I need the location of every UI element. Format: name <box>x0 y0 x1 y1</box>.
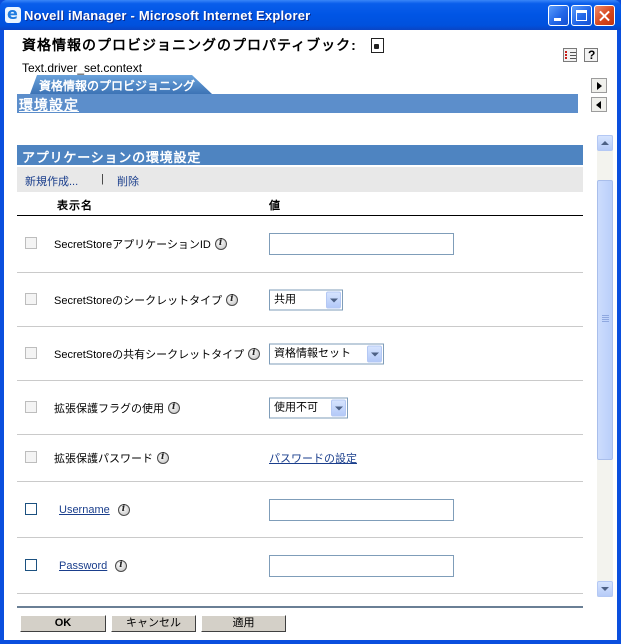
chevron-down-icon[interactable] <box>331 399 346 416</box>
apply-button[interactable]: 適用 <box>201 615 286 632</box>
secret-type-select[interactable]: 共用 <box>269 289 343 310</box>
grip-icon <box>602 315 609 322</box>
maximize-button[interactable] <box>571 5 592 26</box>
info-icon[interactable] <box>115 559 128 572</box>
vertical-scrollbar[interactable] <box>597 135 613 597</box>
scroll-thumb[interactable] <box>597 180 613 460</box>
cancel-button[interactable]: キャンセル <box>111 615 196 632</box>
shared-secret-type-select[interactable]: 資格情報セット <box>269 343 384 364</box>
info-icon[interactable] <box>226 293 239 306</box>
column-header-value: 値 <box>269 200 281 212</box>
scroll-up-icon <box>601 141 609 145</box>
chevron-down-icon[interactable] <box>367 345 382 362</box>
scroll-down-button[interactable] <box>597 581 613 597</box>
row-label: SecretStoreの共有シークレットタイプ <box>54 346 261 362</box>
select-value: 共用 <box>274 293 296 305</box>
password-label-link[interactable]: Password <box>59 560 107 572</box>
next-tab-button[interactable] <box>591 78 607 93</box>
maximize-icon <box>576 10 587 21</box>
row-checkbox <box>25 346 37 359</box>
list-toolbar: 新規作成... | 削除 <box>17 167 583 192</box>
close-icon <box>598 15 611 17</box>
info-icon[interactable] <box>214 238 227 250</box>
username-input[interactable] <box>269 498 454 521</box>
row-label-text: 拡張保護パスワード <box>54 453 153 465</box>
minimize-icon <box>554 18 561 21</box>
ok-button[interactable]: OK <box>20 615 106 632</box>
next-tab-icon <box>597 82 602 90</box>
row-label-text: 拡張保護フラグの使用 <box>54 402 164 415</box>
chevron-down-icon[interactable] <box>326 291 341 308</box>
window-title: Novell iManager - Microsoft Internet Exp… <box>24 8 311 23</box>
set-password-link[interactable]: パスワードの設定 <box>269 450 357 466</box>
password-input[interactable] <box>269 554 454 577</box>
row-label-text: SecretStoreのシークレットタイプ <box>54 294 223 307</box>
row-checkbox[interactable] <box>25 558 37 571</box>
page-title: 資格情報のプロビジョニングのプロパティブック: <box>22 37 357 53</box>
row-label-text: SecretStoreの共有シークレットタイプ <box>54 348 245 361</box>
close-button[interactable] <box>594 5 615 26</box>
row-label-text: SecretStoreアプリケーションID <box>54 239 211 251</box>
subpage-link-settings[interactable]: 環境設定 <box>19 95 79 115</box>
row-extended-protection-password: 拡張保護パスワード パスワードの設定 <box>17 435 583 482</box>
row-checkbox <box>25 292 37 305</box>
ie-icon <box>5 4 21 23</box>
username-label-link[interactable]: Username <box>59 504 110 516</box>
select-value: 使用不可 <box>274 401 318 413</box>
toolbar-separator: | <box>101 173 104 185</box>
row-checkbox <box>25 237 37 249</box>
prev-tab-button[interactable] <box>591 97 607 112</box>
row-password: Password <box>17 538 583 594</box>
scroll-up-button[interactable] <box>597 135 613 151</box>
info-icon[interactable] <box>117 503 130 516</box>
row-extended-protection-flag: 拡張保護フラグの使用 使用不可 <box>17 381 583 435</box>
info-icon[interactable] <box>157 452 169 464</box>
row-label: Password <box>59 559 128 572</box>
scroll-down-icon <box>601 587 609 591</box>
title-bar[interactable]: Novell iManager - Microsoft Internet Exp… <box>0 0 621 30</box>
minimize-button[interactable] <box>548 5 569 26</box>
section-header: アプリケーションの環境設定 <box>17 145 583 165</box>
task-list-icon[interactable] <box>563 48 577 62</box>
row-secretstore-secret-type: SecretStoreのシークレットタイプ 共用 <box>17 273 583 327</box>
row-label: 拡張保護フラグの使用 <box>54 400 180 416</box>
object-context: Text.driver_set.context <box>22 61 143 75</box>
select-value: 資格情報セット <box>274 347 351 359</box>
tab-credential-provisioning[interactable]: 資格情報のプロビジョニング <box>30 75 212 94</box>
section-title: アプリケーションの環境設定 <box>22 150 202 165</box>
column-header-name: 表示名 <box>57 200 93 212</box>
row-label: 拡張保護パスワード <box>54 450 169 466</box>
help-icon[interactable] <box>584 48 598 62</box>
secretstore-app-id-input[interactable] <box>269 233 454 255</box>
page-help-icon[interactable] <box>371 38 384 53</box>
row-checkbox <box>25 400 37 413</box>
row-secretstore-shared-secret-type: SecretStoreの共有シークレットタイプ 資格情報セット <box>17 327 583 381</box>
row-checkbox <box>25 451 37 463</box>
new-link[interactable]: 新規作成... <box>25 173 78 189</box>
row-label: SecretStoreアプリケーションID <box>54 236 227 252</box>
row-secretstore-app-id: SecretStoreアプリケーションID <box>17 216 583 273</box>
row-checkbox[interactable] <box>25 502 37 515</box>
row-username: Username <box>17 482 583 538</box>
extended-protection-flag-select[interactable]: 使用不可 <box>269 397 348 418</box>
row-label: Username <box>59 503 130 516</box>
info-icon[interactable] <box>168 401 180 414</box>
tab-label: 資格情報のプロビジョニング <box>39 79 196 93</box>
footer-divider <box>17 606 583 608</box>
subpage-bar: 環境設定 <box>17 94 578 113</box>
delete-link[interactable]: 削除 <box>117 173 139 189</box>
row-label: SecretStoreのシークレットタイプ <box>54 292 239 308</box>
prev-tab-icon <box>596 101 601 109</box>
info-icon[interactable] <box>248 347 261 360</box>
